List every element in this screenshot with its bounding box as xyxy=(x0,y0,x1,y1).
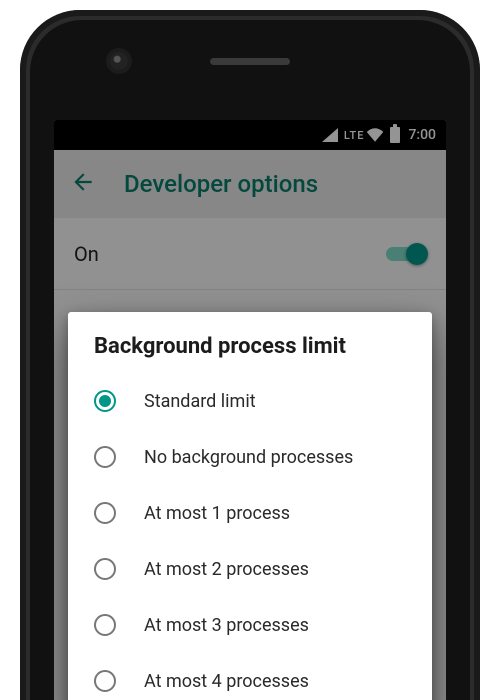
earpiece-speaker xyxy=(210,58,290,65)
option-label: Standard limit xyxy=(144,391,256,412)
option-label: At most 4 processes xyxy=(144,671,309,692)
phone-body: LTE 7:00 Developer options On xyxy=(20,10,480,700)
front-camera xyxy=(110,52,128,70)
option-no-background[interactable]: No background processes xyxy=(94,429,406,485)
option-at-most-2[interactable]: At most 2 processes xyxy=(94,541,406,597)
viewport: LTE 7:00 Developer options On xyxy=(0,0,500,700)
process-limit-dialog: Background process limit Standard limit … xyxy=(68,312,432,700)
radio-icon xyxy=(94,446,116,468)
option-at-most-3[interactable]: At most 3 processes xyxy=(94,597,406,653)
option-label: At most 3 processes xyxy=(144,615,309,636)
phone-screen: LTE 7:00 Developer options On xyxy=(54,120,446,700)
radio-icon xyxy=(94,390,116,412)
option-at-most-1[interactable]: At most 1 process xyxy=(94,485,406,541)
radio-icon xyxy=(94,502,116,524)
option-label: No background processes xyxy=(144,447,353,468)
option-label: At most 2 processes xyxy=(144,559,309,580)
radio-icon xyxy=(94,670,116,692)
radio-icon xyxy=(94,558,116,580)
radio-icon xyxy=(94,614,116,636)
phone-bezel: LTE 7:00 Developer options On xyxy=(30,20,470,700)
option-at-most-4[interactable]: At most 4 processes xyxy=(94,653,406,700)
option-label: At most 1 process xyxy=(144,503,290,524)
option-standard-limit[interactable]: Standard limit xyxy=(94,373,406,429)
dialog-title: Background process limit xyxy=(94,334,406,359)
phone-top-bezel xyxy=(30,20,470,110)
